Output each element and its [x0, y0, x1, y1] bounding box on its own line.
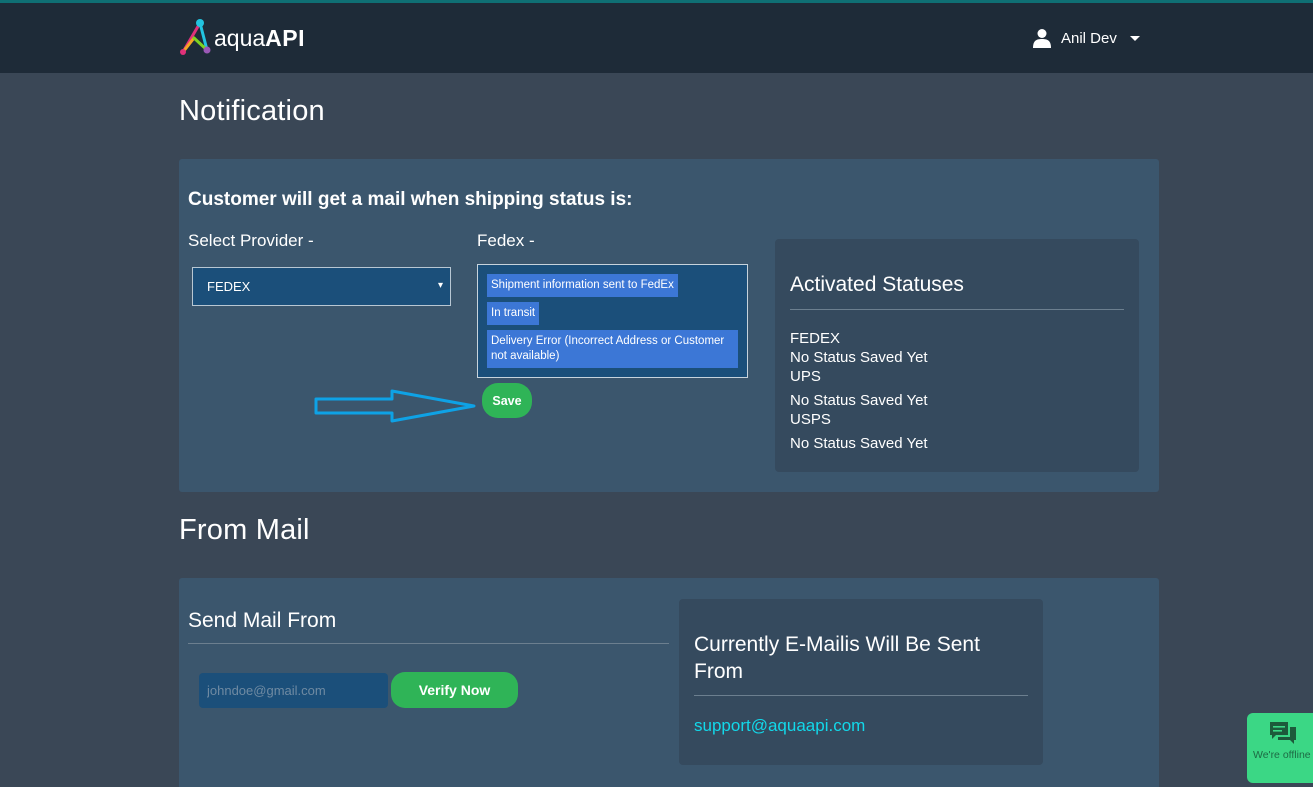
select-arrow-icon: ▾: [437, 280, 443, 291]
from-email-input[interactable]: [199, 673, 388, 708]
status-provider-value: No Status Saved Yet: [790, 392, 928, 409]
statuses-label: Fedex -: [477, 231, 535, 250]
logo-wordmark-suffix: API: [265, 25, 306, 51]
from-mail-panel: Send Mail From Verify Now Currently E-Ma…: [179, 578, 1159, 787]
current-sender-card: Currently E-Mailis Will Be Sent From sup…: [679, 599, 1043, 765]
user-icon: [1033, 29, 1051, 48]
notification-panel: Customer will get a mail when shipping s…: [179, 159, 1159, 492]
user-name: Anil Dev: [1061, 29, 1117, 47]
send-mail-from-title: Send Mail From: [188, 609, 337, 632]
current-sender-email[interactable]: support@aquaapi.com: [694, 716, 865, 736]
notification-heading: Notification: [179, 95, 325, 127]
activated-statuses-card: Activated Statuses FEDEX No Status Saved…: [775, 239, 1139, 472]
chat-bubbles-icon: [1270, 722, 1296, 744]
chat-status-text: We're offline: [1253, 749, 1311, 761]
activated-status-list: FEDEX No Status Saved Yet UPS No Status …: [790, 329, 928, 453]
provider-select[interactable]: FEDEX ▾: [192, 267, 451, 306]
verify-now-button[interactable]: Verify Now: [391, 672, 518, 708]
card-divider: [694, 695, 1028, 696]
chat-widget[interactable]: We're offline: [1247, 713, 1313, 783]
save-button[interactable]: Save: [482, 383, 532, 418]
logo-wordmark: aquaAPI: [214, 25, 305, 52]
annotation-arrow-icon: [314, 389, 476, 423]
status-provider-name: FEDEX: [790, 330, 841, 347]
aquaapi-logo[interactable]: aquaAPI: [180, 16, 320, 60]
status-provider-value: No Status Saved Yet: [790, 349, 928, 366]
status-option-delivery-error[interactable]: Delivery Error (Incorrect Address or Cus…: [487, 330, 738, 368]
status-option-info-sent[interactable]: Shipment information sent to FedEx: [487, 274, 678, 297]
user-menu[interactable]: Anil Dev: [1032, 25, 1140, 51]
card-divider: [790, 309, 1124, 310]
chevron-down-icon: [1129, 35, 1140, 41]
status-multiselect[interactable]: Shipment information sent to FedEx In tr…: [477, 264, 748, 378]
current-sender-heading: Currently E-Mailis Will Be Sent From: [694, 633, 980, 683]
notification-prompt: Customer will get a mail when shipping s…: [188, 189, 633, 210]
send-mail-divider: [188, 643, 669, 644]
top-navbar: aquaAPI Anil Dev: [0, 0, 1313, 73]
from-mail-heading: From Mail: [179, 514, 310, 546]
logo-wordmark-prefix: aqua: [214, 25, 266, 51]
provider-select-value: FEDEX: [207, 279, 251, 294]
activated-statuses-heading: Activated Statuses: [790, 273, 964, 296]
status-option-in-transit[interactable]: In transit: [487, 302, 540, 325]
provider-label: Select Provider -: [188, 231, 314, 250]
status-provider-name: USPS: [790, 411, 831, 428]
status-provider-value: No Status Saved Yet: [790, 435, 928, 452]
status-provider-name: UPS: [790, 368, 821, 385]
